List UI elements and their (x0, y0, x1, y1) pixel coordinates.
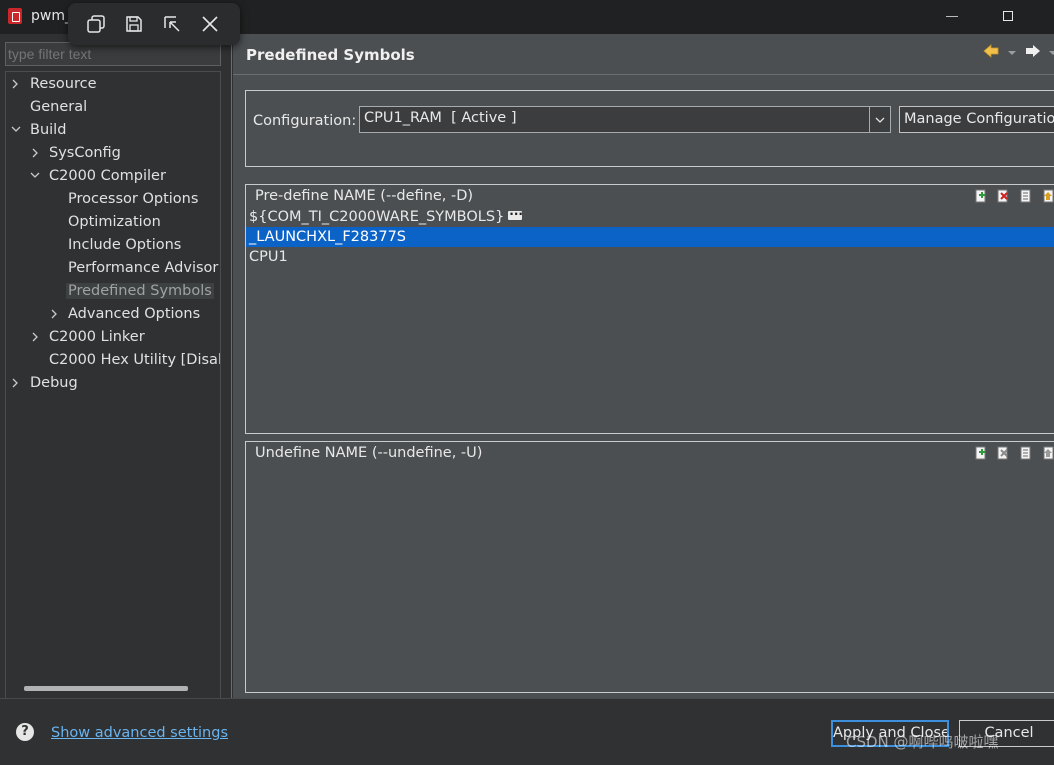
tree-item-c2000-linker[interactable]: C2000 Linker (31, 326, 145, 348)
predefine-list[interactable]: Pre-define NAME (--define, -D) ${COM_TI_… (245, 184, 1054, 434)
undefine-list[interactable]: Undefine NAME (--undefine, -U) (245, 441, 1054, 693)
save-icon[interactable] (121, 11, 147, 37)
delete-icon[interactable] (996, 446, 1010, 460)
delete-icon[interactable] (996, 189, 1010, 203)
configuration-value: CPU1_RAM [ Active ] (364, 110, 517, 126)
back-dropdown-icon[interactable] (1008, 51, 1016, 55)
back-arrow-icon[interactable] (983, 44, 999, 62)
tree-item-optimization[interactable]: Optimization (68, 211, 161, 233)
tree-item-sysconfig[interactable]: SysConfig (31, 142, 121, 164)
tree-item-label: Include Options (68, 237, 182, 253)
tree-item-label: Optimization (68, 214, 161, 230)
chevron-right-icon[interactable] (31, 326, 41, 348)
tree-item-debug[interactable]: Debug (11, 372, 78, 394)
close-icon[interactable] (197, 11, 223, 37)
chevron-down-icon[interactable] (30, 165, 40, 187)
list-item-text: _LAUNCHXL_F28377S (249, 229, 407, 245)
maximize-icon[interactable] (1003, 11, 1013, 21)
configuration-group: Configuration: CPU1_RAM [ Active ] Manag… (245, 90, 1054, 167)
list-item-text: ${COM_TI_C2000WARE_SYMBOLS} (249, 209, 505, 225)
help-icon[interactable]: ? (16, 723, 34, 741)
tree-item-resource[interactable]: Resource (11, 73, 97, 95)
tree-item-performance-advisor[interactable]: Performance Advisor (68, 257, 218, 279)
settings-tree: Resource General Build SysConfig C2000 C… (5, 71, 221, 699)
tree-item-c2000-compiler[interactable]: C2000 Compiler (30, 165, 166, 187)
tree-item-label: Resource (30, 76, 97, 92)
app-icon (8, 8, 22, 24)
tree-item-c2000-hex-utility[interactable]: C2000 Hex Utility [Disabled] (49, 349, 220, 371)
chevron-right-icon[interactable] (11, 73, 21, 95)
move-up-icon[interactable] (1042, 189, 1054, 203)
tree-item-processor-options[interactable]: Processor Options (68, 188, 198, 210)
chevron-right-icon[interactable] (11, 372, 21, 394)
tree-item-label: Processor Options (68, 191, 199, 207)
page-title: Predefined Symbols (246, 46, 415, 64)
add-icon[interactable] (974, 446, 988, 460)
title-separator (233, 74, 1054, 75)
predefine-header: Pre-define NAME (--define, -D) (255, 188, 474, 204)
tree-item-label: C2000 Hex Utility [Disabled] (49, 352, 220, 368)
chevron-right-icon[interactable] (50, 303, 60, 325)
tree-item-general[interactable]: General (30, 96, 87, 118)
list-item-text: CPU1 (249, 249, 288, 265)
tree-item-label: C2000 Compiler (49, 168, 166, 184)
list-item-selected[interactable]: _LAUNCHXL_F28377S (246, 227, 1054, 247)
tree-item-predefined-symbols[interactable]: Predefined Symbols (66, 280, 214, 302)
list-item[interactable]: CPU1 (246, 247, 1054, 267)
more-icon[interactable] (508, 204, 523, 224)
forward-arrow-icon[interactable] (1025, 44, 1041, 62)
configuration-select[interactable]: CPU1_RAM [ Active ] (359, 106, 891, 133)
tree-item-label: Build (30, 122, 67, 138)
chevron-down-icon[interactable] (869, 107, 890, 132)
tree-item-include-options[interactable]: Include Options (68, 234, 181, 256)
chevron-down-icon[interactable] (11, 119, 21, 141)
cursor-icon[interactable] (159, 11, 185, 37)
add-icon[interactable] (974, 189, 988, 203)
tree-item-label: Debug (30, 375, 78, 391)
tree-item-build[interactable]: Build (11, 119, 66, 141)
edit-icon[interactable] (1019, 446, 1033, 460)
floating-toolbar (68, 3, 240, 45)
tree-item-label: Performance Advisor (68, 260, 219, 276)
list-item[interactable]: ${COM_TI_C2000WARE_SYMBOLS} (246, 204, 1054, 227)
dialog-footer: ? Show advanced settings Apply and Close… (0, 698, 1054, 765)
show-advanced-settings-link[interactable]: Show advanced settings (51, 725, 228, 741)
tree-item-label: SysConfig (49, 145, 121, 161)
window-title: pwm_ (31, 8, 72, 24)
filter-input[interactable] (5, 42, 221, 66)
watermark: CSDN @啊哔呜啵啦嘿 (846, 733, 999, 751)
tree-item-label: General (30, 99, 88, 115)
edit-icon[interactable] (1019, 189, 1033, 203)
tree-item-label: Advanced Options (68, 306, 201, 322)
undefine-header: Undefine NAME (--undefine, -U) (255, 445, 483, 461)
manage-configurations-button[interactable]: Manage Configurations... (899, 106, 1054, 133)
forward-dropdown-icon[interactable] (1049, 51, 1054, 55)
tree-item-advanced-options[interactable]: Advanced Options (50, 303, 200, 325)
tree-item-label: C2000 Linker (49, 329, 145, 345)
properties-page: Predefined Symbols Configuration: CPU1_R… (233, 34, 1054, 698)
minimize-icon[interactable] (946, 16, 958, 17)
copy-icon[interactable] (83, 11, 109, 37)
chevron-right-icon[interactable] (31, 142, 41, 164)
move-up-icon[interactable] (1042, 446, 1054, 460)
tree-item-label: Predefined Symbols (66, 283, 214, 299)
horizontal-scrollbar[interactable] (24, 686, 188, 691)
pane-splitter[interactable] (231, 34, 232, 698)
configuration-label: Configuration: (253, 113, 357, 129)
